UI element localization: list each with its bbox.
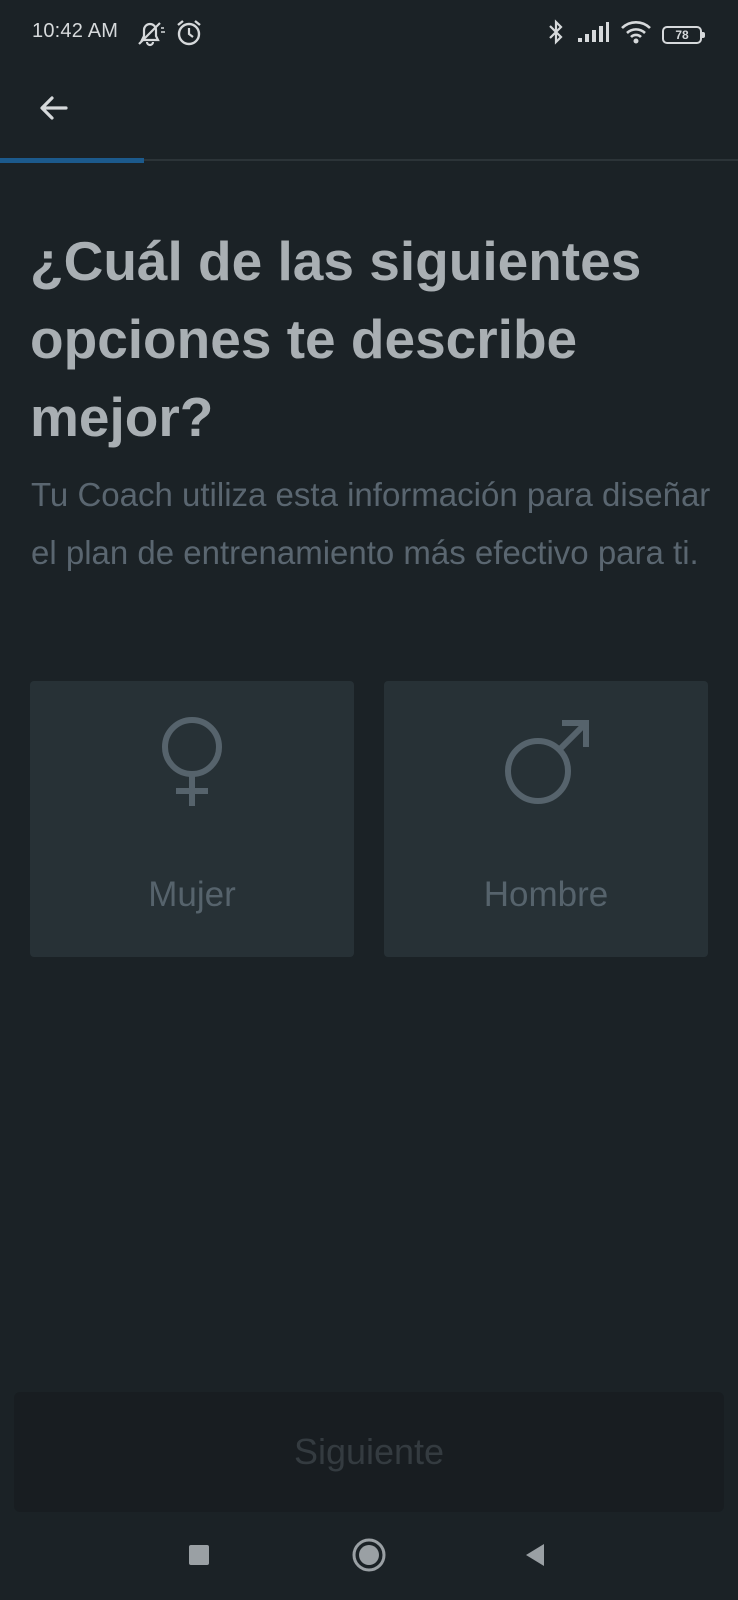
recents-button[interactable] xyxy=(176,1534,222,1580)
battery-level: 78 xyxy=(675,27,689,42)
back-button[interactable] xyxy=(30,86,78,134)
alarm-icon xyxy=(174,18,204,53)
wifi-icon xyxy=(620,19,652,50)
option-female[interactable]: Mujer xyxy=(30,681,354,957)
app-bar xyxy=(0,70,738,158)
back-triangle-icon xyxy=(522,1542,548,1573)
recents-square-icon xyxy=(187,1543,211,1572)
battery-icon: 78 xyxy=(662,25,705,44)
system-nav-bar xyxy=(0,1512,738,1600)
arrow-left-icon xyxy=(36,90,72,131)
home-button[interactable] xyxy=(346,1534,392,1580)
next-button[interactable]: Siguiente xyxy=(14,1392,724,1512)
option-label-male: Hombre xyxy=(483,875,609,914)
male-symbol-icon xyxy=(496,711,596,811)
muted-bell-icon xyxy=(134,18,166,53)
option-male[interactable]: Hombre xyxy=(384,681,708,957)
bluetooth-icon xyxy=(546,18,566,51)
next-button-label: Siguiente xyxy=(293,1431,445,1472)
status-bar: 10:42 AM 78 xyxy=(0,0,738,70)
progress-fill xyxy=(0,158,144,163)
progress-track xyxy=(0,158,738,163)
page-title: ¿Cuál de las siguientes opciones te desc… xyxy=(30,230,642,448)
status-left-icons xyxy=(134,18,204,53)
page-subtitle: Tu Coach utiliza esta información para d… xyxy=(31,476,711,571)
status-right-icons: 78 xyxy=(546,18,705,51)
female-symbol-icon xyxy=(142,711,242,811)
option-label-female: Mujer xyxy=(148,875,236,914)
home-circle-icon xyxy=(351,1537,387,1578)
signal-icon xyxy=(576,20,610,49)
nav-back-button[interactable] xyxy=(512,1534,558,1580)
status-time: 10:42 AM xyxy=(32,20,119,42)
